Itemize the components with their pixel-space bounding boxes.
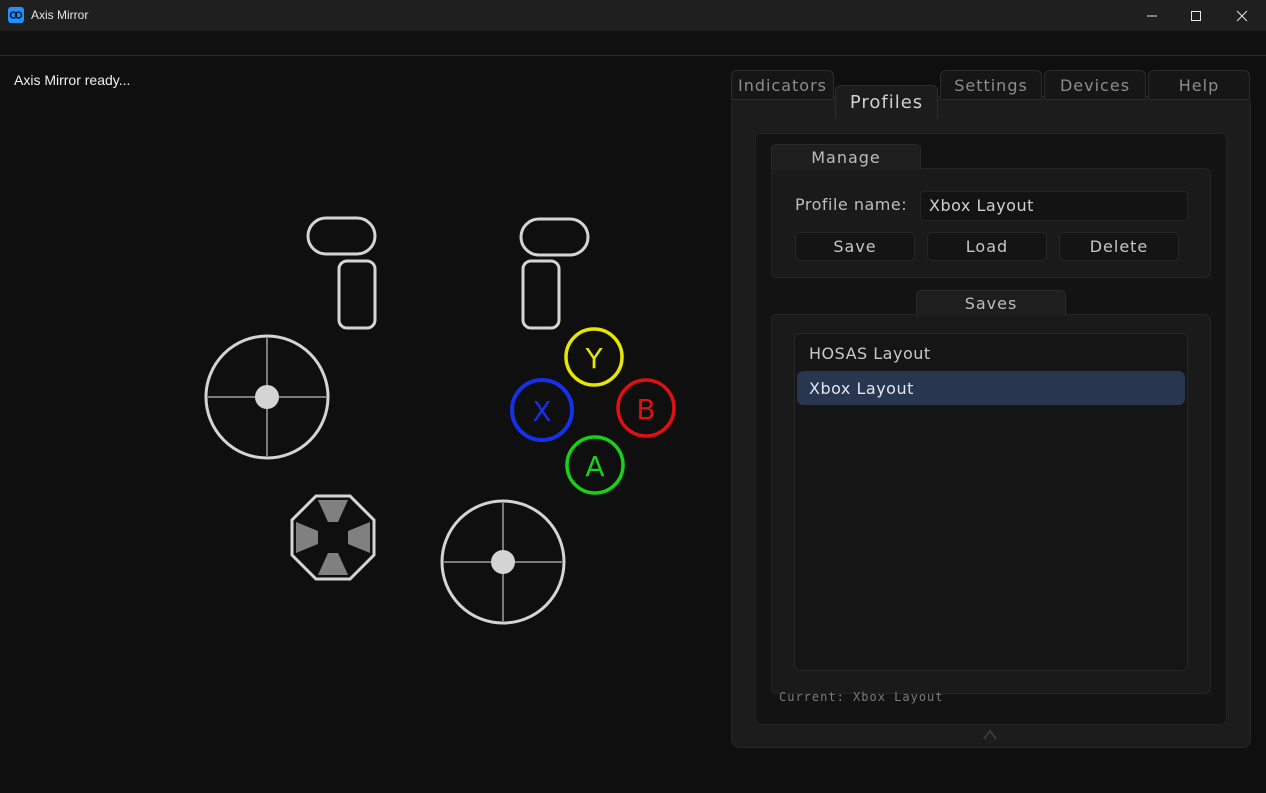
left-stick-dot bbox=[255, 385, 279, 409]
tab-devices[interactable]: Devices bbox=[1044, 70, 1146, 100]
dpad-left-segment bbox=[296, 522, 318, 553]
maximize-button[interactable] bbox=[1173, 0, 1219, 31]
face-button-a-label: A bbox=[585, 450, 604, 483]
title-bar: Axis Mirror bbox=[0, 0, 1266, 31]
load-button[interactable]: Load bbox=[927, 232, 1047, 261]
saves-group-label: Saves bbox=[916, 290, 1066, 316]
delete-button[interactable]: Delete bbox=[1059, 232, 1179, 261]
face-button-x-label: X bbox=[532, 395, 551, 428]
right-trigger-indicator bbox=[521, 259, 561, 330]
right-stick-indicator bbox=[440, 499, 566, 625]
manage-group-label: Manage bbox=[771, 144, 921, 170]
face-button-x: X bbox=[510, 378, 574, 442]
left-trigger-indicator bbox=[337, 259, 377, 330]
right-bumper-indicator bbox=[519, 217, 590, 257]
face-button-b: B bbox=[616, 378, 676, 438]
left-bumper-indicator bbox=[306, 216, 377, 256]
left-stick-indicator bbox=[204, 334, 330, 460]
right-stick-dot bbox=[491, 550, 515, 574]
manage-group bbox=[771, 168, 1211, 278]
current-profile-text: Current: Xbox Layout bbox=[779, 690, 944, 704]
tab-indicators[interactable]: Indicators bbox=[731, 70, 834, 100]
tab-help[interactable]: Help bbox=[1148, 70, 1250, 100]
minimize-button[interactable] bbox=[1129, 0, 1175, 31]
list-item[interactable]: HOSAS Layout bbox=[797, 336, 1185, 370]
close-button[interactable] bbox=[1219, 0, 1265, 31]
chevron-up-icon[interactable] bbox=[982, 728, 998, 742]
maximize-icon bbox=[1191, 10, 1201, 21]
save-button[interactable]: Save bbox=[795, 232, 915, 261]
face-button-y-label: Y bbox=[584, 342, 603, 375]
close-icon bbox=[1236, 10, 1248, 21]
dpad-indicator bbox=[290, 494, 376, 581]
tab-settings[interactable]: Settings bbox=[940, 70, 1042, 100]
minimize-icon bbox=[1147, 15, 1157, 16]
window-title: Axis Mirror bbox=[31, 8, 89, 22]
tab-profiles[interactable]: Profiles bbox=[835, 85, 938, 119]
profile-name-label: Profile name: bbox=[795, 195, 908, 214]
face-button-a: A bbox=[565, 435, 625, 495]
app-logo-icon bbox=[8, 7, 24, 23]
dpad-up-segment bbox=[318, 500, 348, 522]
menu-bar bbox=[0, 31, 1266, 56]
list-item[interactable]: Xbox Layout bbox=[797, 371, 1185, 405]
profile-name-input[interactable]: Xbox Layout bbox=[920, 191, 1188, 221]
face-button-y: Y bbox=[564, 327, 624, 387]
dpad-down-segment bbox=[318, 553, 348, 575]
controller-visualizer: Y B X A bbox=[204, 216, 676, 625]
face-button-b-label: B bbox=[636, 393, 655, 426]
dpad-right-segment bbox=[348, 522, 370, 553]
saves-list[interactable]: HOSAS Layout Xbox Layout bbox=[794, 333, 1188, 671]
